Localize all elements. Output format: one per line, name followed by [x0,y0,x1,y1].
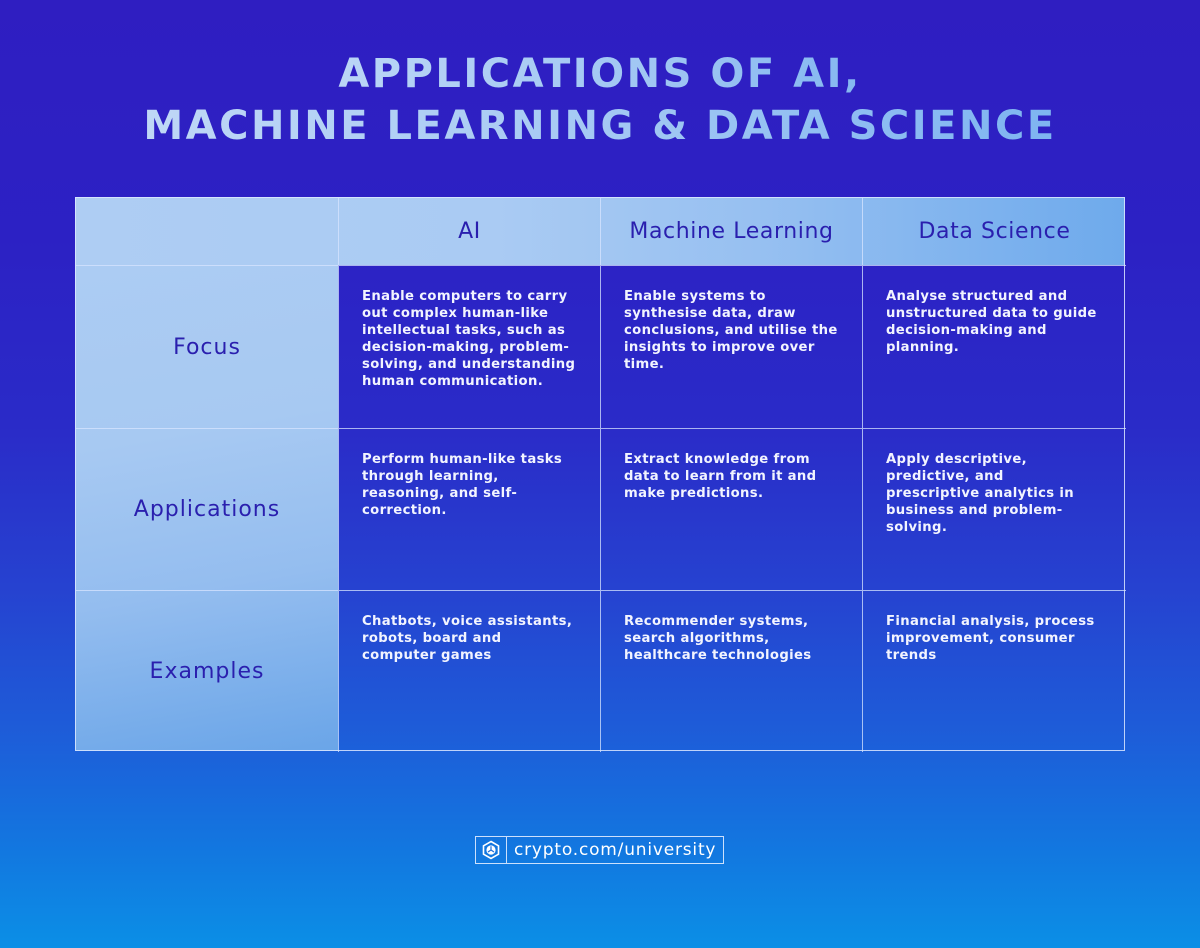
cell-text: Extract knowledge from data to learn fro… [624,452,817,501]
table-cell: Enable systems to synthesise data, draw … [601,266,863,429]
title-line-1: Applications of AI, [0,48,1200,100]
cell-text: Chatbots, voice assistants, robots, boar… [362,614,573,663]
row-header-label: Focus [173,334,241,360]
row-header-examples: Examples [76,591,339,752]
corner-cell [76,198,339,266]
title-line-2: Machine Learning & Data Science [0,100,1200,152]
cell-text: Enable systems to synthesise data, draw … [624,289,838,372]
crypto-com-logo-icon [476,837,507,863]
row-header-focus: Focus [76,266,339,429]
cell-text: Perform human-like tasks through learnin… [362,452,563,518]
row-header-label: Examples [149,659,265,684]
column-header-data-science: Data Science [863,198,1126,266]
table-cell: Chatbots, voice assistants, robots, boar… [339,591,601,752]
column-header-ai: AI [339,198,601,266]
cell-text: Enable computers to carry out complex hu… [362,289,576,389]
column-header-label: Machine Learning [629,219,834,244]
title: Applications of AI, Machine Learning & D… [0,48,1200,152]
column-header-label: AI [458,219,481,244]
footer-link[interactable]: crypto.com/university [475,836,725,864]
row-header-label: Applications [133,497,281,522]
table-cell: Enable computers to carry out complex hu… [339,266,601,429]
cell-text: Apply descriptive, predictive, and presc… [886,452,1075,535]
cell-text: Analyse structured and unstructured data… [886,289,1097,355]
table-cell: Recommender systems, search algorithms, … [601,591,863,752]
hexagon-logo-icon [482,840,500,860]
cell-text: Recommender systems, search algorithms, … [624,614,812,663]
table-cell: Apply descriptive, predictive, and presc… [863,429,1126,591]
column-header-machine-learning: Machine Learning [601,198,863,266]
table-cell: Financial analysis, process improvement,… [863,591,1126,752]
table-cell: Perform human-like tasks through learnin… [339,429,601,591]
cell-text: Financial analysis, process improvement,… [886,614,1095,663]
row-header-applications: Applications [76,429,339,591]
table-cell: Analyse structured and unstructured data… [863,266,1126,429]
table-cell: Extract knowledge from data to learn fro… [601,429,863,591]
footer-url[interactable]: crypto.com/university [507,837,723,863]
comparison-table: AI Machine Learning Data Science Focus E… [75,197,1126,752]
column-header-label: Data Science [918,219,1071,244]
